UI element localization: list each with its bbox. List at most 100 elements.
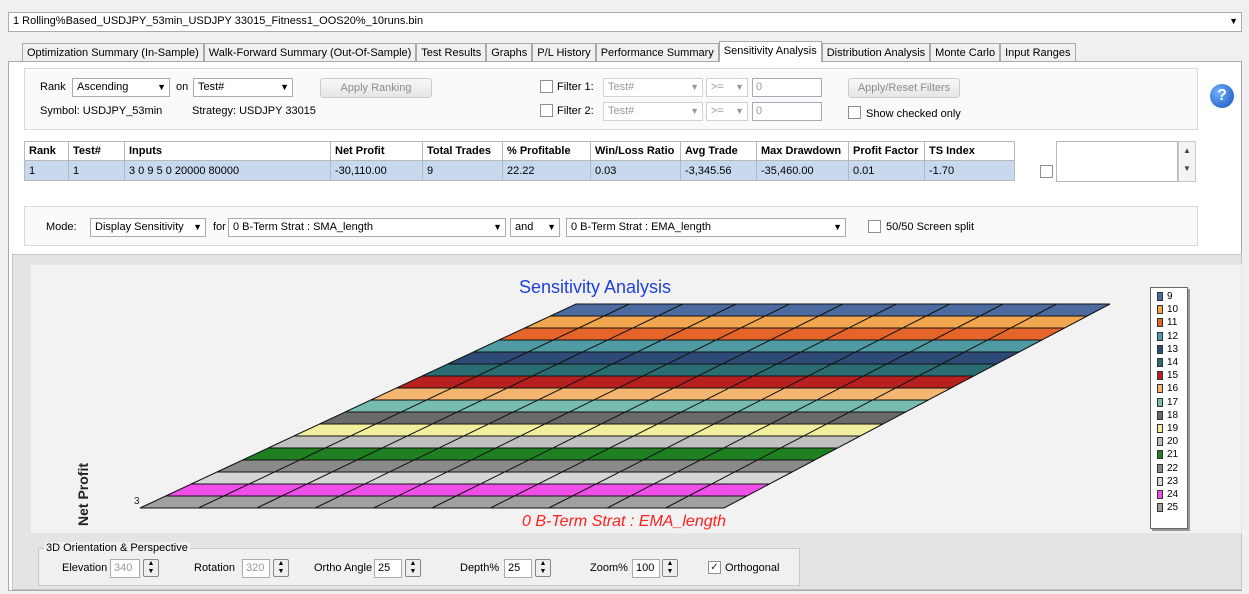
table-cell: -1.70 [924, 160, 1015, 181]
filter2-value-input[interactable]: 0 [752, 102, 822, 121]
zoom-spinner[interactable]: ▲ ▼ [662, 559, 678, 577]
and-select[interactable]: and ▼ [510, 218, 560, 237]
tab-3[interactable]: Graphs [486, 43, 533, 62]
depth-input[interactable]: 25 [504, 559, 532, 578]
legend-label: 21 [1167, 449, 1179, 461]
legend-item: 10 [1157, 303, 1187, 316]
legend-swatch [1157, 305, 1163, 315]
rotation-spinner[interactable]: ▲ ▼ [273, 559, 289, 577]
filter2-field-select[interactable]: Test# ▼ [603, 102, 703, 121]
elevation-input[interactable]: 340 [110, 559, 140, 578]
tab-bar: Optimization Summary (In-Sample) Walk-For… [22, 41, 1076, 62]
chevron-down-icon: ▼ [735, 106, 744, 116]
filter1-field-select[interactable]: Test# ▼ [603, 78, 703, 97]
help-icon[interactable]: ? [1210, 84, 1234, 108]
tab-1[interactable]: Walk-Forward Summary (Out-Of-Sample) [203, 43, 417, 62]
filter2-label: Filter 2: [557, 105, 594, 117]
legend-item: 14 [1157, 356, 1187, 369]
table-cell: 0.03 [590, 160, 681, 181]
legend-swatch [1157, 437, 1163, 447]
legend-label: 10 [1167, 304, 1179, 316]
legend-label: 16 [1167, 383, 1179, 395]
sensitivity-chart: Sensitivity Analysis 0 B-Term Strat : EM… [30, 264, 1242, 534]
ortho-angle-label: Ortho Angle [314, 562, 373, 574]
filter1-label: Filter 1: [557, 81, 594, 93]
zoom-input[interactable]: 100 [632, 559, 660, 578]
chart-legend: 9 10 11 12 13 14 15 16 17 18 19 20 21 22 23 24 25 [1150, 287, 1188, 529]
legend-swatch [1157, 397, 1163, 407]
column-header[interactable]: Avg Trade [680, 141, 757, 161]
table-scrollbar[interactable]: ▲ ▼ [1178, 141, 1196, 182]
tab-7[interactable]: Distribution Analysis [821, 43, 931, 62]
column-header[interactable]: Max Drawdown [756, 141, 849, 161]
filter1-value-input[interactable]: 0 [752, 78, 822, 97]
legend-label: 20 [1167, 436, 1179, 448]
column-header[interactable]: TS Index [924, 141, 1015, 161]
legend-label: 17 [1167, 396, 1179, 408]
chevron-down-icon: ▼ [735, 82, 744, 92]
on-label: on [176, 81, 189, 93]
legend-label: 24 [1167, 488, 1179, 500]
tab-6[interactable]: Sensitivity Analysis [718, 41, 822, 62]
depth-spinner[interactable]: ▲ ▼ [535, 559, 551, 577]
filter2-checkbox[interactable] [540, 104, 553, 117]
apply-ranking-button[interactable]: Apply Ranking [320, 78, 432, 98]
table-row[interactable]: 113 0 9 5 0 20000 80000 -30,110.00 9 22.22 0… [24, 160, 1015, 181]
chart-title: Sensitivity Analysis [519, 277, 671, 297]
show-checked-only-checkbox[interactable] [848, 106, 861, 119]
rank-order-select[interactable]: Ascending ▼ [72, 78, 170, 97]
rotation-label: Rotation [194, 562, 235, 574]
chevron-down-icon: ▼ [690, 82, 699, 92]
file-selector[interactable]: 1 Rolling%Based_USDJPY_53min_USDJPY 3301… [8, 12, 1242, 32]
column-header[interactable]: Rank [24, 141, 69, 161]
x-axis-label: 0 B-Term Strat : EMA_length [522, 513, 726, 530]
column-header[interactable]: % Profitable [502, 141, 591, 161]
column-header[interactable]: Test# [68, 141, 125, 161]
tab-9[interactable]: Input Ranges [1000, 43, 1076, 62]
table-empty-area [1056, 141, 1178, 182]
orthogonal-label: Orthogonal [725, 562, 780, 574]
legend-item: 21 [1157, 448, 1187, 461]
legend-item: 19 [1157, 422, 1187, 435]
apply-reset-filters-button[interactable]: Apply/Reset Filters [848, 78, 960, 98]
tab-4[interactable]: P/L History [532, 43, 596, 62]
tab-2[interactable]: Test Results [416, 43, 487, 62]
elevation-spinner[interactable]: ▲ ▼ [143, 559, 159, 577]
depth-label: Depth% [460, 562, 500, 574]
rank-label: Rank [40, 81, 66, 93]
row-select-checkbox[interactable] [1040, 165, 1053, 178]
tab-5[interactable]: Performance Summary [595, 43, 719, 62]
y-axis-label: Net Profit [75, 463, 91, 526]
legend-swatch [1157, 371, 1163, 381]
column-header[interactable]: Inputs [124, 141, 331, 161]
column-header[interactable]: Profit Factor [848, 141, 925, 161]
rank-field-select[interactable]: Test# ▼ [193, 78, 293, 97]
column-header[interactable]: Win/Loss Ratio [590, 141, 681, 161]
param1-select[interactable]: 0 B-Term Strat : SMA_length ▼ [228, 218, 506, 237]
column-header[interactable]: Total Trades [422, 141, 503, 161]
legend-swatch [1157, 423, 1163, 433]
symbol-text: Symbol: USDJPY_53min [40, 105, 163, 117]
screen-split-checkbox[interactable] [868, 220, 881, 233]
ortho-angle-spinner[interactable]: ▲ ▼ [405, 559, 421, 577]
legend-swatch [1157, 384, 1163, 394]
rotation-input[interactable]: 320 [242, 559, 270, 578]
filter1-operator-select[interactable]: >= ▼ [706, 78, 748, 97]
legend-label: 9 [1167, 291, 1173, 303]
legend-swatch [1157, 358, 1163, 368]
column-header[interactable]: Net Profit [330, 141, 423, 161]
chevron-down-icon: ▼ [833, 222, 842, 232]
tab-8[interactable]: Monte Carlo [930, 43, 1001, 62]
orthogonal-checkbox[interactable]: ✓ [708, 561, 721, 574]
filter2-operator-select[interactable]: >= ▼ [706, 102, 748, 121]
tab-0[interactable]: Optimization Summary (In-Sample) [22, 43, 204, 62]
param2-select[interactable]: 0 B-Term Strat : EMA_length ▼ [566, 218, 846, 237]
filter1-checkbox[interactable] [540, 80, 553, 93]
legend-swatch [1157, 318, 1163, 328]
table-cell: -35,460.00 [756, 160, 849, 181]
legend-swatch [1157, 410, 1163, 420]
mode-select[interactable]: Display Sensitivity ▼ [90, 218, 206, 237]
chevron-down-icon: ▼ [493, 222, 502, 232]
ortho-angle-input[interactable]: 25 [374, 559, 402, 578]
legend-item: 20 [1157, 435, 1187, 448]
